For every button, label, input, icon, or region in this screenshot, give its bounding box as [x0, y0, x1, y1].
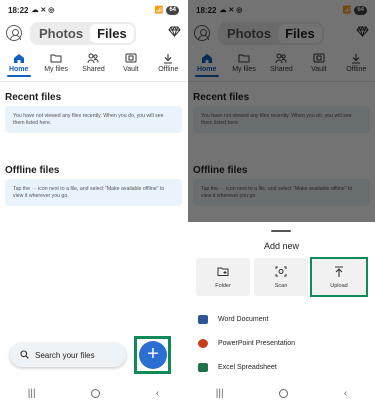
recent-files-message: You have not viewed any files recently. … — [13, 113, 164, 126]
offline-files-info: Tap the ··· icon next to a file, and sel… — [5, 179, 182, 206]
notification-icons: ☁ ✕ ◎ — [31, 7, 55, 14]
tab-vault-label: Vault — [123, 66, 139, 73]
avatar-icon[interactable] — [6, 25, 22, 41]
sheet-drag-handle[interactable] — [271, 230, 291, 232]
home-icon — [13, 52, 25, 64]
tab-vault[interactable]: Vault — [113, 52, 149, 78]
back-icon[interactable]: ‹ — [344, 388, 347, 399]
tab-home[interactable]: Home — [1, 52, 37, 78]
word-document-label: Word Document — [218, 316, 269, 323]
tab-shared[interactable]: Shared — [75, 52, 111, 78]
nav-tabs: Home My files Shared Vault Offline — [0, 52, 187, 78]
upload-highlight-box — [310, 257, 368, 297]
excel-label: Excel Spreadsheet — [218, 364, 277, 371]
premium-diamond-icon[interactable] — [168, 26, 181, 40]
folder-icon — [50, 52, 62, 64]
recent-files-title: Recent files — [5, 92, 62, 103]
offline-icon — [162, 52, 174, 64]
home-nav-icon[interactable] — [91, 388, 101, 398]
word-icon — [198, 315, 208, 324]
word-document-option[interactable]: Word Document — [198, 315, 268, 324]
vault-icon — [125, 52, 137, 64]
files-home-screen: 18:22 ☁ ✕ ◎ 📶 64 Photos Files Home My fi… — [0, 0, 187, 406]
recents-icon[interactable]: ||| — [28, 388, 36, 399]
tab-offline[interactable]: Offline — [150, 52, 186, 78]
excel-icon — [198, 363, 208, 372]
signal-icon: 📶 — [154, 7, 164, 14]
tab-photos[interactable]: Photos — [32, 24, 90, 43]
add-new-sheet: Add new Folder Scan Upload Word Document… — [188, 222, 375, 406]
new-folder-icon — [217, 266, 229, 278]
search-files-label: Search your files — [35, 350, 95, 360]
scan-icon — [275, 266, 287, 278]
tab-files[interactable]: Files — [90, 23, 134, 43]
powerpoint-icon — [198, 339, 208, 348]
folder-option[interactable]: Folder — [196, 258, 250, 296]
status-time: 18:22 — [8, 5, 29, 15]
tab-shared-label: Shared — [82, 66, 105, 73]
search-files-button[interactable]: Search your files — [10, 343, 126, 367]
battery-indicator: 64 — [166, 5, 179, 15]
sheet-title: Add new — [263, 241, 300, 251]
powerpoint-option[interactable]: PowerPoint Presentation — [198, 339, 295, 348]
tab-my-files-label: My files — [44, 66, 68, 73]
tab-home-label: Home — [8, 66, 29, 73]
header-divider — [0, 81, 187, 82]
powerpoint-label: PowerPoint Presentation — [218, 340, 296, 347]
back-icon[interactable]: ‹ — [156, 388, 159, 399]
offline-message-part1: Tap the — [13, 186, 31, 192]
people-icon — [87, 52, 99, 64]
excel-option[interactable]: Excel Spreadsheet — [198, 363, 277, 372]
search-icon — [20, 349, 29, 361]
active-tab-indicator — [6, 75, 31, 77]
folder-option-label: Folder — [215, 282, 231, 289]
recents-icon[interactable]: ||| — [216, 388, 224, 399]
system-nav-bar: ||| ‹ — [0, 384, 187, 402]
photos-files-switch: Photos Files — [30, 21, 136, 45]
dim-overlay[interactable] — [188, 0, 375, 222]
tab-my-files[interactable]: My files — [38, 52, 74, 78]
offline-files-title: Offline files — [5, 165, 60, 176]
tab-offline-label: Offline — [158, 66, 179, 73]
home-nav-icon[interactable] — [279, 388, 289, 398]
recent-files-info: You have not viewed any files recently. … — [5, 106, 182, 133]
scan-option[interactable]: Scan — [254, 258, 308, 296]
system-nav-bar: ||| ‹ — [188, 384, 375, 402]
add-new-sheet-screen: 18:22 ☁ ✕ ◎ 📶 64 Photos Files Home My fi… — [188, 0, 375, 406]
app-header: Photos Files — [6, 21, 181, 45]
status-bar: 18:22 ☁ ✕ ◎ 📶 64 — [8, 4, 179, 16]
add-new-button[interactable]: + — [139, 341, 167, 369]
scan-option-label: Scan — [274, 282, 288, 289]
